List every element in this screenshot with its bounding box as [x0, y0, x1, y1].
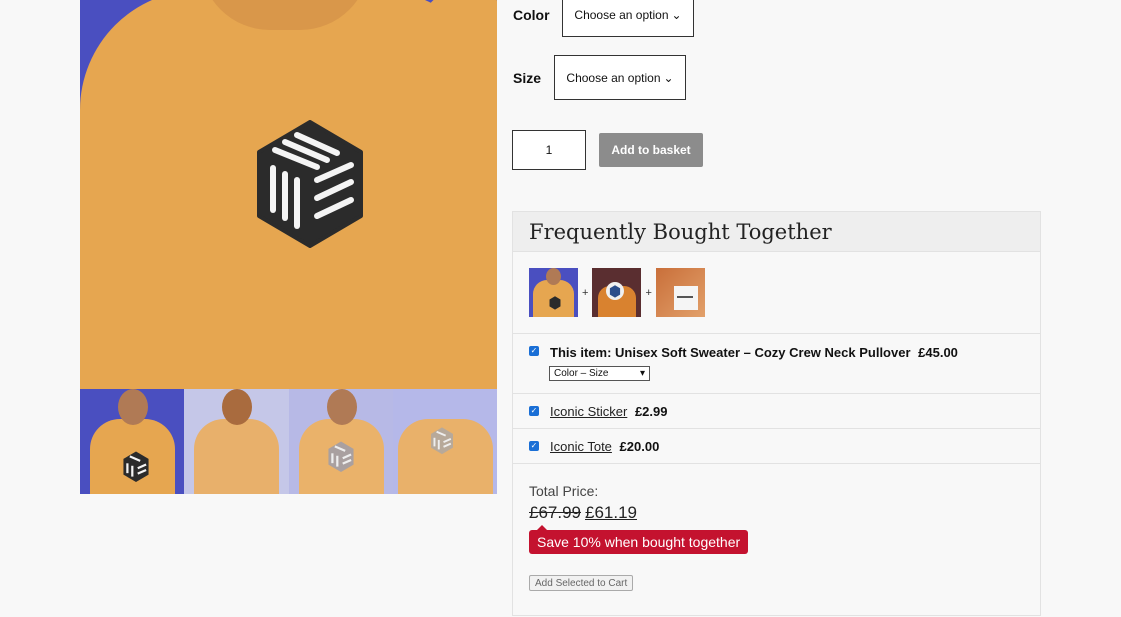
product-gallery [80, 0, 497, 494]
divider [513, 463, 1040, 464]
item-title: Iconic Tote £20.00 [550, 439, 659, 454]
item-title: Iconic Sticker £2.99 [550, 404, 667, 419]
save-badge: Save 10% when bought together [529, 525, 749, 554]
item-price: £2.99 [634, 404, 668, 419]
thumbnail-4[interactable] [392, 389, 497, 494]
frequently-bought-together: Frequently Bought Together + + ✓ This it… [512, 211, 1041, 616]
thumb-head [326, 389, 357, 425]
thumbnail-2[interactable] [184, 389, 289, 494]
total-price-label: Total Price: [529, 483, 599, 499]
size-label: Size [513, 70, 542, 86]
cube-logo-icon [610, 285, 621, 298]
item-price: £20.00 [619, 439, 660, 454]
item-checkbox[interactable]: ✓ [529, 406, 539, 416]
item-link[interactable]: Iconic Sticker [550, 404, 627, 419]
chevron-down-icon: ⌄ [663, 70, 674, 85]
new-price: £61.19 [585, 503, 637, 522]
item-checkbox[interactable]: ✓ [529, 346, 539, 356]
item-link[interactable]: Iconic Tote [550, 439, 612, 454]
fbt-image-tote[interactable] [655, 268, 705, 317]
color-label: Color [513, 7, 550, 23]
total-prices: £67.99 £61.19 [529, 503, 637, 523]
fbt-images: + + [529, 268, 705, 317]
cube-logo-icon [257, 120, 363, 248]
thumb-sweater [194, 419, 280, 494]
item-price: £45.00 [918, 345, 958, 360]
this-item-prefix: This item: [550, 345, 616, 360]
old-price: £67.99 [529, 503, 581, 522]
variant-select[interactable]: Color – Size ▾ [549, 366, 650, 381]
cube-logo-icon [549, 296, 561, 310]
size-select-value: Choose an option [566, 70, 661, 85]
item-title: This item: Unisex Soft Sweater – Cozy Cr… [550, 345, 958, 360]
size-select[interactable]: Choose an option ⌄ [554, 55, 686, 100]
thumb-head [118, 389, 148, 425]
fbt-item-row: ✓ Iconic Sticker £2.99 [513, 393, 1040, 428]
fbt-image-sweater[interactable] [529, 268, 578, 317]
chevron-down-icon: ⌄ [671, 7, 682, 22]
thumbnail-1[interactable] [80, 389, 185, 494]
fbt-item-row: ✓ This item: Unisex Soft Sweater – Cozy … [513, 333, 1040, 393]
cube-logo-icon [430, 427, 453, 455]
add-to-basket-button[interactable]: Add to basket [599, 133, 703, 167]
item-name: Unisex Soft Sweater – Cozy Crew Neck Pul… [615, 345, 911, 360]
color-select-value: Choose an option [574, 7, 669, 22]
chevron-down-icon: ▾ [639, 368, 645, 379]
quantity-input[interactable]: 1 [512, 130, 586, 170]
thumbnail-3[interactable] [288, 389, 393, 494]
fbt-image-sticker[interactable] [592, 268, 642, 317]
add-selected-to-cart-button[interactable]: Add Selected to Cart [529, 575, 634, 591]
arm-shape [420, 0, 497, 130]
thumbnail-strip [80, 389, 497, 494]
variant-select-value: Color – Size [554, 368, 609, 379]
cube-logo-icon [123, 451, 149, 483]
plus-icon: + [582, 286, 589, 299]
cube-logo-icon [327, 441, 354, 473]
fbt-item-row: ✓ Iconic Tote £20.00 [513, 428, 1040, 463]
plus-icon: + [645, 286, 652, 299]
item-checkbox[interactable]: ✓ [529, 441, 539, 451]
color-select[interactable]: Choose an option ⌄ [562, 0, 694, 37]
main-product-image[interactable] [80, 0, 497, 389]
fbt-title: Frequently Bought Together [513, 212, 1040, 252]
